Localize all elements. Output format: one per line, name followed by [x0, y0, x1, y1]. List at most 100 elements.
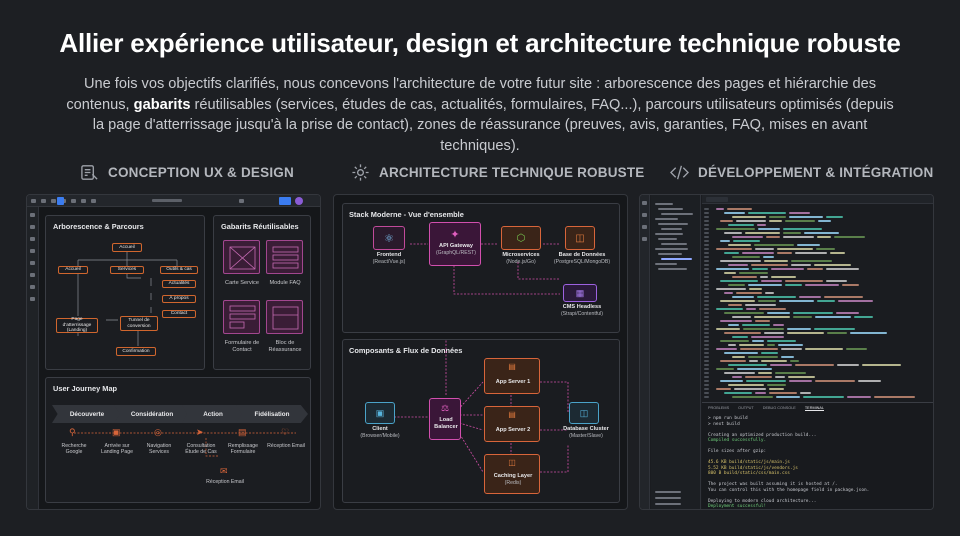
node-tunnel[interactable]: Tunnel de conversion: [120, 316, 158, 331]
client-block[interactable]: ▣: [365, 402, 395, 424]
explorer-item[interactable]: [655, 233, 683, 235]
node-accueil[interactable]: Accueil: [58, 266, 88, 274]
app-server-2-block[interactable]: ▤ App Server 2: [484, 406, 540, 442]
code-token: [716, 308, 743, 310]
code-icon: [670, 165, 689, 179]
database-block[interactable]: ◫: [565, 226, 595, 250]
node-accueil-top[interactable]: Accueil: [112, 243, 142, 252]
code-token: [727, 208, 752, 210]
activity-bar: [640, 195, 650, 509]
explorer-item[interactable]: [658, 223, 688, 225]
code-token: [728, 304, 742, 306]
server-icon: ▤: [508, 410, 516, 419]
explorer-item[interactable]: [658, 238, 677, 240]
template-card-service[interactable]: [223, 240, 260, 274]
code-token: [757, 296, 796, 298]
explorer-footer-item[interactable]: [655, 503, 681, 505]
node-outils[interactable]: Outils & cas: [160, 266, 198, 274]
code-token: [716, 228, 755, 230]
code-token: [720, 340, 749, 342]
code-token: [751, 264, 788, 266]
template-reassurance[interactable]: [266, 300, 303, 334]
code-token: [804, 232, 839, 234]
explorer-item[interactable]: [661, 228, 682, 230]
code-token: [788, 376, 815, 378]
code-token: [765, 292, 774, 294]
code-token: [791, 264, 811, 266]
node-landing[interactable]: Page d'atterrissage (Landing): [56, 317, 98, 333]
cluster-label: Database Cluster (Master/Slave): [563, 426, 609, 439]
tab-output[interactable]: OUTPUT: [738, 406, 754, 411]
code-token: [769, 388, 784, 390]
explorer-footer-item[interactable]: [655, 491, 681, 493]
line-number: [704, 252, 709, 254]
api-gateway-block[interactable]: ✦ API Gateway (GraphQL/REST): [429, 222, 481, 266]
node-contact[interactable]: Contact: [162, 310, 196, 318]
code-token: [787, 328, 811, 330]
cluster-block[interactable]: ◫: [569, 402, 599, 424]
load-balancer-block[interactable]: ⚖ Load Balancer: [429, 398, 461, 440]
line-number: [704, 224, 709, 226]
code-token: [749, 360, 758, 362]
line-number: [704, 292, 709, 294]
tab-problems[interactable]: PROBLEMS: [708, 406, 729, 411]
code-token: [769, 216, 786, 218]
explorer-item[interactable]: [661, 243, 687, 245]
line-number: [704, 328, 709, 330]
explorer-item[interactable]: [661, 258, 692, 260]
explorer-item[interactable]: [658, 208, 683, 210]
code-token: [764, 332, 784, 334]
app-server-1-block[interactable]: ▤ App Server 1: [484, 358, 540, 394]
explorer-item[interactable]: [661, 213, 693, 215]
terminal-line: 800 B build/static/css/main.css: [708, 471, 790, 476]
node-services[interactable]: Services: [110, 266, 144, 274]
explorer-item[interactable]: [655, 248, 688, 250]
code-token: [837, 364, 859, 366]
node-actualites[interactable]: Actualités: [162, 280, 196, 288]
share-button[interactable]: [279, 197, 291, 205]
code-token: [720, 240, 730, 242]
explorer-footer-item[interactable]: [655, 497, 681, 499]
cache-block[interactable]: ◫ Caching Layer (Redis): [484, 454, 540, 494]
template-caption-2: Module FAQ: [269, 280, 301, 286]
gear-icon: [352, 163, 369, 181]
code-token: [815, 380, 855, 382]
microservices-block[interactable]: ⬡: [501, 226, 541, 250]
editor-tab-active[interactable]: [706, 197, 728, 202]
avatar[interactable]: [295, 197, 303, 205]
block-icon: [272, 306, 299, 330]
terminal-line: > next build: [708, 421, 740, 427]
code-token: [771, 268, 804, 270]
explorer-item[interactable]: [655, 218, 678, 220]
code-token: [777, 252, 792, 254]
line-number: [704, 248, 709, 250]
explorer-item[interactable]: [658, 253, 682, 255]
select-tool-button[interactable]: [57, 197, 64, 205]
line-number: [704, 344, 709, 346]
code-token: [797, 244, 820, 246]
line-number: [704, 396, 709, 398]
frontend-block[interactable]: ⚛: [373, 226, 405, 250]
code-token: [752, 340, 764, 342]
node-confirmation[interactable]: Confirmation: [116, 347, 156, 356]
code-token: [716, 368, 734, 370]
tab-debug-console[interactable]: DEBUG CONSOLE: [763, 406, 796, 411]
node-apropos[interactable]: À propos: [162, 295, 196, 303]
explorer-item[interactable]: [655, 263, 677, 265]
cms-block[interactable]: ▦: [563, 284, 597, 302]
template-contact-form[interactable]: [223, 300, 260, 334]
code-token: [790, 360, 799, 362]
code-token: [724, 252, 739, 254]
line-number: [704, 236, 709, 238]
code-token: [732, 316, 751, 318]
templates-title: Gabarits Réutilisables: [221, 222, 299, 231]
balance-icon: ⚖: [440, 403, 450, 413]
section-ux-heading: CONCEPTION UX & DESIGN: [80, 160, 294, 184]
tab-terminal[interactable]: TERMINAL: [804, 406, 825, 411]
explorer-item[interactable]: [655, 203, 673, 205]
code-token: [724, 352, 758, 354]
template-faq[interactable]: [266, 240, 303, 274]
code-token: [783, 236, 814, 238]
frontend-label: Frontend (React/Vue.js): [372, 252, 406, 265]
explorer-item[interactable]: [658, 268, 687, 270]
